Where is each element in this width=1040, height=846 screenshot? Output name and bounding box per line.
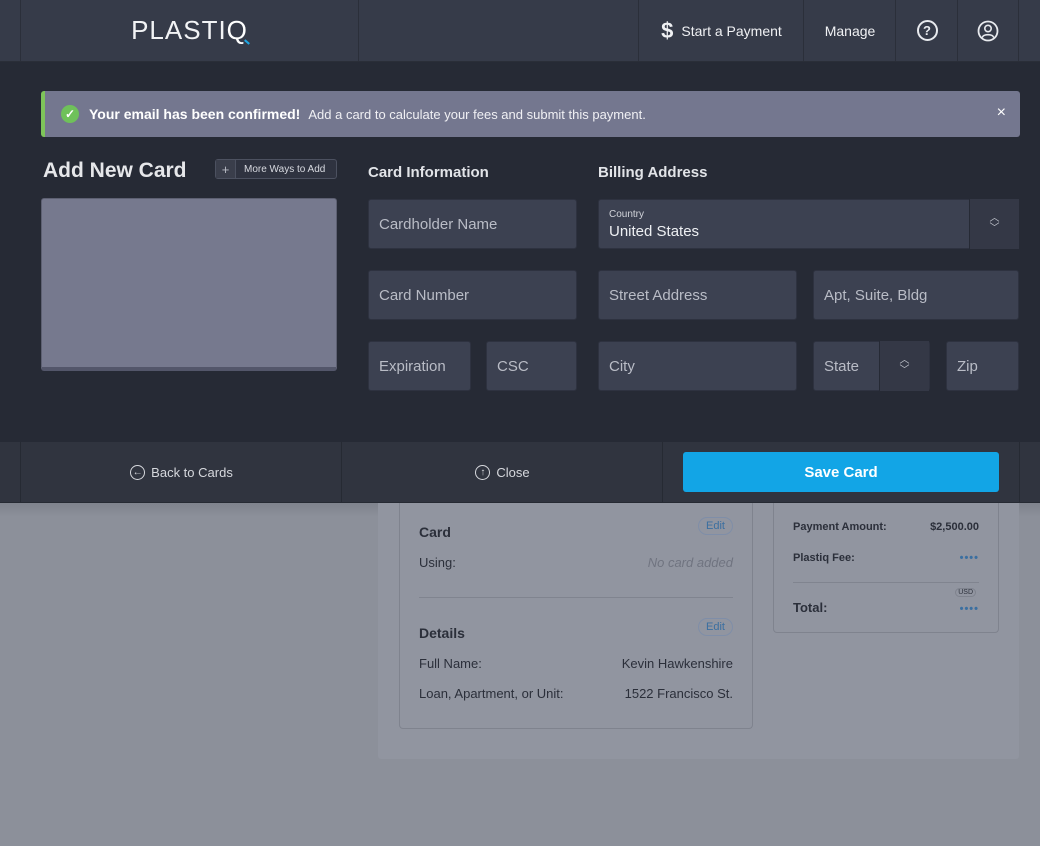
details-edit-button[interactable]: Edit xyxy=(698,618,733,636)
cardholder-name-field[interactable]: Cardholder Name xyxy=(368,199,577,249)
alert-title: Your email has been confirmed! xyxy=(89,106,301,122)
more-ways-button[interactable]: + More Ways to Add xyxy=(215,159,337,179)
chevron-down-icon: ﹀ xyxy=(899,365,910,376)
logo-q: Q xyxy=(226,15,248,45)
card-number-field[interactable]: Card Number xyxy=(368,270,577,320)
back-to-cards-button[interactable]: ← Back to Cards xyxy=(20,442,342,503)
add-card-title: Add New Card xyxy=(43,159,187,182)
top-nav: PLASTI Q $ Start a Payment Manage ? xyxy=(0,0,1040,62)
total-label: Total: xyxy=(793,600,828,615)
expiration-field[interactable]: Expiration xyxy=(368,341,471,391)
close-label: Close xyxy=(496,465,530,480)
plus-icon: + xyxy=(216,160,236,178)
card-preview xyxy=(41,198,337,371)
summary-divider xyxy=(793,582,979,583)
manage-link[interactable]: Manage xyxy=(803,0,896,61)
payment-amount-value: $2,500.00 xyxy=(930,521,979,533)
save-card-button[interactable]: Save Card xyxy=(683,452,999,492)
dollar-icon: $ xyxy=(661,17,674,43)
action-bar: ← Back to Cards ↑ Close Save Card xyxy=(0,442,1040,503)
nav-spacer xyxy=(358,0,639,61)
back-label: Back to Cards xyxy=(151,465,233,480)
country-select[interactable]: Country United States xyxy=(598,199,1019,249)
currency-badge: USD xyxy=(955,588,976,597)
arrow-up-icon: ↑ xyxy=(475,465,491,480)
billing-title: Billing Address xyxy=(598,164,708,181)
plastiq-logo[interactable]: PLASTI Q xyxy=(20,0,358,61)
card-section-title: Card xyxy=(419,524,451,540)
start-payment-label: Start a Payment xyxy=(681,22,782,39)
close-icon[interactable]: × xyxy=(997,104,1006,122)
street-address-field[interactable]: Street Address xyxy=(598,270,797,320)
country-value: United States xyxy=(609,222,700,240)
card-info-title: Card Information xyxy=(368,164,489,181)
divider xyxy=(419,597,733,598)
email-confirmed-alert: ✓ Your email has been confirmed! Add a c… xyxy=(41,91,1020,137)
country-label: Country xyxy=(609,208,645,220)
plastiq-fee-label: Plastiq Fee: xyxy=(793,552,855,564)
full-name-value: Kevin Hawkenshire xyxy=(621,656,733,671)
state-spinner[interactable]: ︿ ﹀ xyxy=(879,341,929,391)
logo-text: PLASTI xyxy=(131,15,227,45)
details-section-title: Details xyxy=(419,625,465,641)
account-button[interactable] xyxy=(957,0,1019,61)
country-spinner[interactable]: ︿ ﹀ xyxy=(969,199,1019,249)
alert-message: Add a card to calculate your fees and su… xyxy=(308,106,646,122)
city-field[interactable]: City xyxy=(598,341,797,391)
total-value: •••• xyxy=(959,603,979,615)
user-icon xyxy=(977,20,999,41)
full-name-label: Full Name: xyxy=(419,656,482,671)
loan-label: Loan, Apartment, or Unit: xyxy=(419,686,564,701)
plastiq-fee-value: •••• xyxy=(959,552,979,564)
arrow-left-icon: ← xyxy=(130,465,146,480)
apt-field[interactable]: Apt, Suite, Bldg xyxy=(813,270,1019,320)
start-payment-link[interactable]: $ Start a Payment xyxy=(638,0,804,61)
card-edit-button[interactable]: Edit xyxy=(698,517,733,535)
add-card-panel: ✓ Your email has been confirmed! Add a c… xyxy=(0,62,1040,442)
using-label: Using: xyxy=(419,555,456,570)
using-value: No card added xyxy=(647,555,733,570)
loan-value: 1522 Francisco St. xyxy=(624,686,733,701)
payment-amount-label: Payment Amount: xyxy=(793,521,887,533)
help-icon: ? xyxy=(916,20,938,41)
more-ways-label: More Ways to Add xyxy=(244,163,326,175)
check-icon: ✓ xyxy=(61,105,79,123)
manage-label: Manage xyxy=(824,22,876,39)
chevron-down-icon: ﹀ xyxy=(989,223,1000,234)
close-button[interactable]: ↑ Close xyxy=(341,442,663,503)
zip-field[interactable]: Zip xyxy=(946,341,1019,391)
csc-field[interactable]: CSC xyxy=(486,341,577,391)
help-button[interactable]: ? xyxy=(895,0,958,61)
